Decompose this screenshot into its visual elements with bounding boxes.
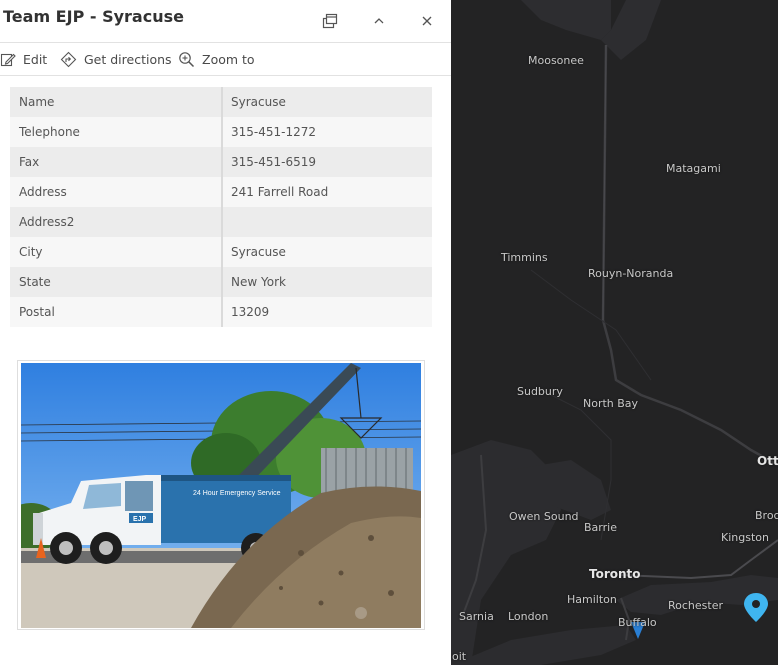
- collapse-button[interactable]: [367, 9, 391, 33]
- table-row: Name Syracuse: [10, 87, 432, 117]
- field-address-label: Address: [10, 177, 223, 207]
- field-address2-label: Address2: [10, 207, 223, 237]
- map-label-kingston: Kingston: [721, 531, 769, 544]
- field-postal-label: Postal: [10, 297, 223, 327]
- edit-button[interactable]: Edit: [0, 50, 47, 68]
- map-label-toronto: Toronto: [589, 567, 641, 581]
- field-name-label: Name: [10, 87, 223, 117]
- chevron-up-icon: [374, 18, 384, 24]
- directions-label: Get directions: [84, 51, 172, 67]
- map-label-london: London: [508, 610, 549, 623]
- table-row: Telephone 315-451-1272: [10, 117, 432, 147]
- field-city-value: Syracuse: [222, 237, 432, 267]
- dock-icon: [322, 13, 338, 29]
- table-row: Address2: [10, 207, 432, 237]
- truck-photo: 24 Hour Emergency Service EJP: [21, 363, 421, 628]
- map-label-detroit: oit: [452, 650, 467, 663]
- map-label-rouyn-noranda: Rouyn-Noranda: [588, 267, 674, 280]
- dock-button[interactable]: [318, 9, 342, 33]
- feature-popup: Team EJP - Syracuse Edit Get directions …: [0, 0, 451, 665]
- field-state-value: New York: [222, 267, 432, 297]
- close-button[interactable]: [415, 9, 439, 33]
- map-label-moosonee: Moosonee: [528, 54, 584, 67]
- map-label-brockville: Broc: [755, 509, 778, 522]
- popup-toolbar: Edit Get directions Zoom to: [0, 43, 451, 76]
- field-address-value: 241 Farrell Road: [222, 177, 432, 207]
- edit-label: Edit: [23, 51, 48, 67]
- truck-text: 24 Hour Emergency Service: [193, 490, 281, 497]
- map-label-sudbury: Sudbury: [517, 385, 563, 398]
- field-telephone-value: 315-451-1272: [222, 117, 432, 147]
- field-fax-value: 315-451-6519: [222, 147, 432, 177]
- basemap: [451, 0, 778, 665]
- attachment-photo-frame[interactable]: 24 Hour Emergency Service EJP: [17, 360, 425, 630]
- popup-title: Team EJP - Syracuse: [3, 7, 184, 26]
- table-row: City Syracuse: [10, 237, 432, 267]
- table-row: Address 241 Farrell Road: [10, 177, 432, 207]
- table-row: Fax 315-451-6519: [10, 147, 432, 177]
- field-telephone-label: Telephone: [10, 117, 223, 147]
- get-directions-button[interactable]: Get directions: [60, 50, 172, 68]
- table-row: Postal 13209: [10, 297, 432, 327]
- field-city-label: City: [10, 237, 223, 267]
- zoom-to-label: Zoom to: [202, 51, 255, 67]
- map-label-north-bay: North Bay: [583, 397, 639, 410]
- truck-logo: EJP: [133, 516, 147, 523]
- map-label-matagami: Matagami: [666, 162, 721, 175]
- feature-marker[interactable]: [630, 620, 646, 640]
- map-label-barrie: Barrie: [584, 521, 617, 534]
- field-state-label: State: [10, 267, 223, 297]
- attribute-table: Name Syracuse Telephone 315-451-1272 Fax…: [10, 87, 432, 327]
- location-pin-marker[interactable]: [743, 592, 769, 624]
- field-fax-label: Fax: [10, 147, 223, 177]
- map-label-owen-sound: Owen Sound: [509, 510, 579, 523]
- field-name-value: Syracuse: [222, 87, 432, 117]
- zoom-in-icon: [179, 51, 195, 67]
- map-label-ottawa: Ott: [757, 454, 778, 468]
- close-icon: [422, 16, 432, 26]
- map-label-sarnia: Sarnia: [459, 610, 494, 623]
- popup-header: Team EJP - Syracuse: [0, 0, 451, 43]
- zoom-to-button[interactable]: Zoom to: [178, 50, 255, 68]
- field-postal-value: 13209: [222, 297, 432, 327]
- edit-icon: [0, 53, 16, 67]
- map-label-hamilton: Hamilton: [567, 593, 617, 606]
- table-row: State New York: [10, 267, 432, 297]
- map-view[interactable]: Moosonee Matagami Timmins Rouyn-Noranda …: [451, 0, 778, 665]
- field-address2-value: [222, 207, 432, 237]
- directions-icon: [60, 51, 77, 67]
- map-label-rochester: Rochester: [668, 599, 723, 612]
- map-label-timmins: Timmins: [501, 251, 548, 264]
